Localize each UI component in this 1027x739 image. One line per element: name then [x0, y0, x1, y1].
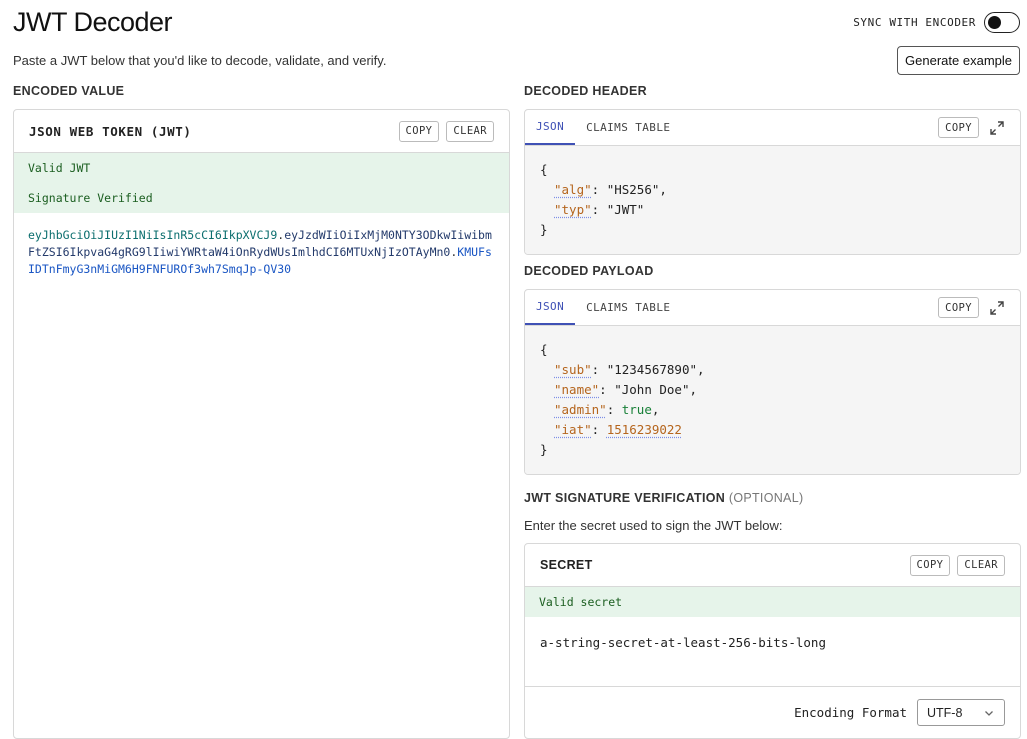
json-key: "admin" [554, 402, 607, 417]
sync-toggle[interactable] [984, 12, 1020, 33]
json-value: "HS256" [606, 182, 660, 197]
sync-label: SYNC WITH ENCODER [853, 16, 976, 29]
copy-secret-button[interactable]: COPY [909, 554, 951, 576]
tab-payload-json[interactable]: JSON [525, 290, 576, 325]
encoding-format-select[interactable]: UTF-8 [917, 699, 1005, 726]
generate-example-button[interactable]: Generate example [897, 46, 1020, 75]
secret-panel-header: SECRET COPY CLEAR [525, 544, 1020, 587]
json-key: "typ" [554, 202, 592, 217]
json-value: "JWT" [606, 202, 645, 217]
json-value: "1234567890" [606, 362, 698, 377]
secret-panel: SECRET COPY CLEAR Valid secret a-string-… [524, 543, 1021, 739]
tab-header-claims-table[interactable]: CLAIMS TABLE [575, 110, 681, 145]
json-key: "sub" [554, 362, 592, 377]
json-value: true [621, 402, 652, 417]
json-key: "name" [554, 382, 600, 397]
encoding-format-value: UTF-8 [927, 705, 963, 720]
decoded-payload-section-label: DECODED PAYLOAD [524, 264, 654, 278]
decoded-payload-json: { "sub": "1234567890", "name": "John Doe… [525, 326, 1020, 474]
page-subtitle: Paste a JWT below that you'd like to dec… [13, 53, 387, 68]
expand-icon[interactable] [989, 300, 1005, 316]
copy-header-button[interactable]: COPY [938, 117, 979, 138]
copy-payload-button[interactable]: COPY [938, 297, 979, 318]
encoded-section-label: ENCODED VALUE [13, 84, 125, 98]
encoding-row: Encoding Format UTF-8 [525, 686, 1020, 738]
decoded-payload-panel: JSON CLAIMS TABLE COPY { "sub": "1234567… [524, 289, 1021, 475]
signature-verified-status: Signature Verified [28, 191, 153, 205]
expand-icon[interactable] [989, 120, 1005, 136]
valid-jwt-status: Valid JWT [28, 161, 91, 175]
page-title: JWT Decoder [13, 7, 173, 37]
verification-section-label: JWT SIGNATURE VERIFICATION (OPTIONAL) [524, 491, 803, 505]
encoded-panel-title: JSON WEB TOKEN (JWT) [29, 123, 192, 139]
token-status: Valid JWT Signature Verified [14, 153, 509, 213]
encoded-panel: JSON WEB TOKEN (JWT) COPY CLEAR Valid JW… [13, 109, 510, 739]
decoded-header-panel: JSON CLAIMS TABLE COPY { "alg": "HS256",… [524, 109, 1021, 255]
encoding-format-label: Encoding Format [794, 705, 907, 720]
decoded-header-section-label: DECODED HEADER [524, 84, 647, 98]
secret-helper-text: Enter the secret used to sign the JWT be… [524, 518, 783, 533]
json-key: "alg" [554, 182, 592, 197]
tab-payload-claims-table[interactable]: CLAIMS TABLE [575, 290, 681, 325]
secret-status: Valid secret [525, 587, 1020, 617]
optional-label: (OPTIONAL) [728, 491, 804, 505]
json-key: "iat" [554, 422, 592, 437]
toggle-knob [988, 15, 1001, 29]
tab-header-json[interactable]: JSON [525, 110, 576, 145]
decoded-payload-tabbar: JSON CLAIMS TABLE COPY [525, 290, 1020, 326]
token-header-segment: eyJhbGciOiJIUzI1NiIsInR5cCI6IkpXVCJ9 [28, 228, 278, 242]
sync-toggle-group[interactable]: SYNC WITH ENCODER [853, 12, 1020, 33]
clear-secret-button[interactable]: CLEAR [957, 554, 1005, 576]
verification-title: JWT SIGNATURE VERIFICATION [524, 491, 726, 505]
token-input[interactable]: eyJhbGciOiJIUzI1NiIsInR5cCI6IkpXVCJ9.eyJ… [14, 213, 509, 292]
clear-token-button[interactable]: CLEAR [446, 120, 494, 142]
secret-panel-title: SECRET [540, 558, 593, 572]
decoded-header-tabbar: JSON CLAIMS TABLE COPY [525, 110, 1020, 146]
valid-secret-status: Valid secret [539, 595, 623, 609]
chevron-down-icon [985, 710, 993, 716]
decoded-header-json: { "alg": "HS256", "typ": "JWT" } [525, 146, 1020, 254]
copy-token-button[interactable]: COPY [398, 120, 440, 142]
json-value: "John Doe" [614, 382, 690, 397]
secret-input[interactable]: a-string-secret-at-least-256-bits-long [525, 617, 1020, 667]
encoded-panel-header: JSON WEB TOKEN (JWT) COPY CLEAR [14, 110, 509, 153]
json-value: 1516239022 [606, 422, 682, 437]
